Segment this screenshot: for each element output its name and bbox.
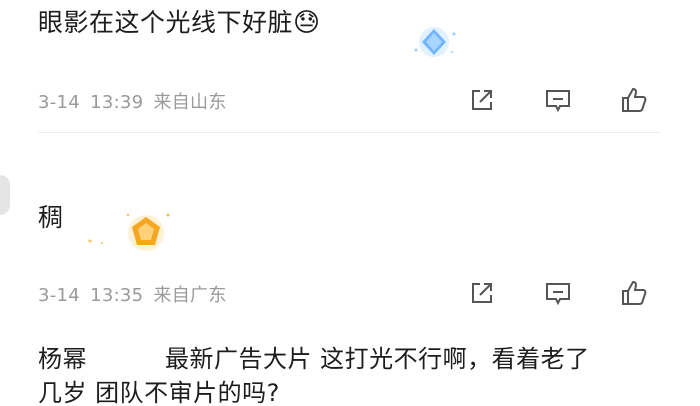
comment-icon — [546, 283, 570, 306]
comment-actions — [464, 275, 652, 311]
avatar — [0, 175, 10, 215]
comment-button[interactable] — [540, 82, 576, 118]
diamond-badge-icon — [414, 27, 456, 57]
comment-text-content: 眼影在这个光线下好脏 — [38, 8, 294, 37]
comment-meta: 3-14 13:35 来自广东 — [38, 281, 237, 307]
comment-time: 13:35 — [90, 285, 144, 306]
comment-text: 杨幂 最新广告大片 这打光不行啊，看着老了 几岁 团队不审片的吗? — [38, 342, 590, 406]
comment-time: 13:39 — [90, 92, 144, 113]
share-button[interactable] — [464, 82, 500, 118]
like-icon — [622, 280, 647, 305]
comment-item: 稠 3-14 13:35 来自广东 — [0, 135, 700, 320]
like-button[interactable] — [616, 275, 652, 311]
comment-text-line: 几岁 团队不审片的吗? — [38, 379, 280, 406]
comment-actions — [464, 82, 652, 118]
comment-location: 来自山东 — [153, 92, 227, 113]
comment-text: 稠 — [38, 203, 64, 232]
divider — [38, 132, 660, 133]
share-button[interactable] — [464, 275, 500, 311]
like-icon — [622, 87, 647, 112]
comment-text-line: 最新广告大片 这打光不行啊，看着老了 — [165, 345, 590, 373]
emoji: 😓 — [293, 8, 321, 38]
comment-location: 来自广东 — [153, 285, 227, 306]
comment-text: 眼影在这个光线下好脏😓 — [38, 6, 321, 40]
share-icon — [472, 283, 492, 303]
like-button[interactable] — [616, 82, 652, 118]
comment-button[interactable] — [540, 275, 576, 311]
comment-author[interactable]: 杨幂 — [38, 345, 87, 373]
gold-gem-badge-icon — [88, 213, 170, 251]
comment-item: 杨幂 最新广告大片 这打光不行啊，看着老了 几岁 团队不审片的吗? — [0, 320, 700, 406]
comment-item: 眼影在这个光线下好脏😓 3-14 13:39 来自山东 — [0, 0, 700, 135]
share-icon — [472, 90, 492, 110]
comment-meta: 3-14 13:39 来自山东 — [38, 88, 237, 114]
comment-date: 3-14 — [38, 92, 81, 113]
comment-icon — [546, 90, 570, 113]
comment-date: 3-14 — [38, 285, 81, 306]
